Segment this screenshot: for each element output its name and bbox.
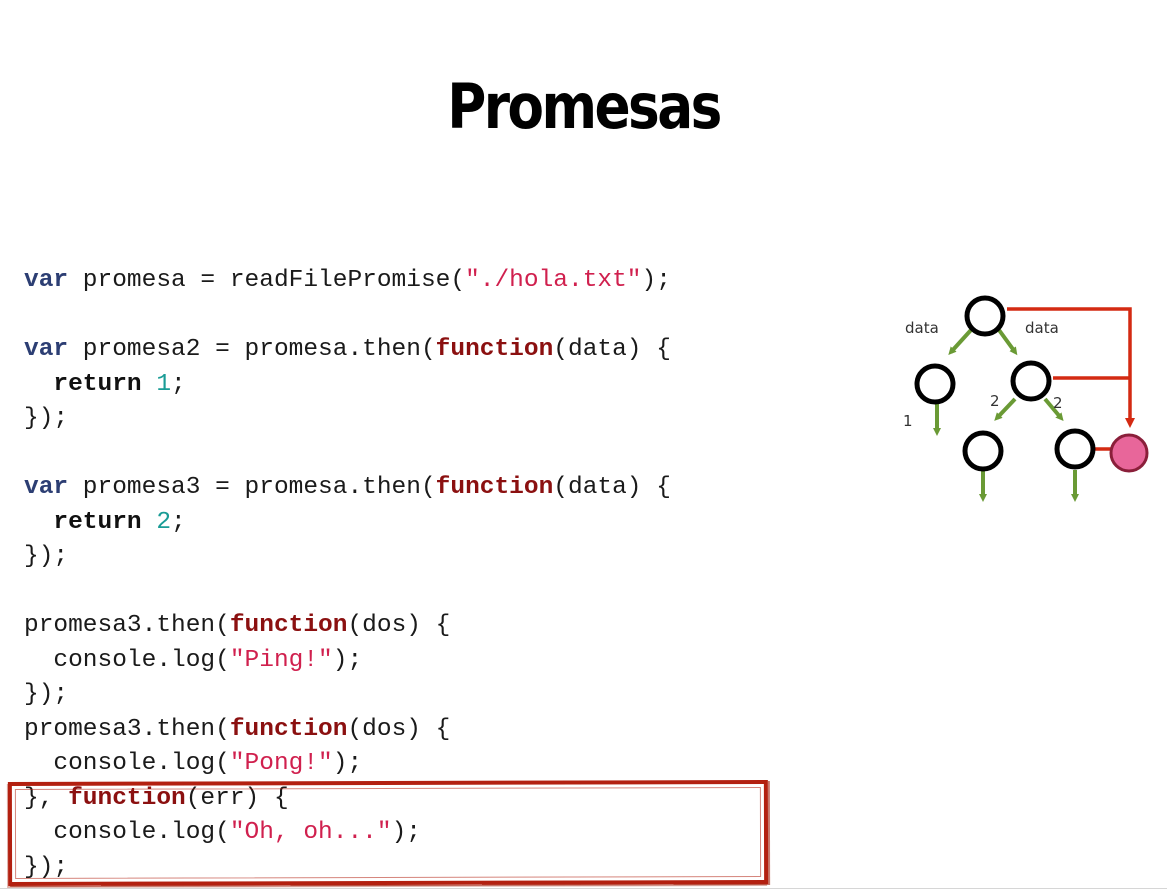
node-promesa2 bbox=[914, 363, 956, 405]
code-token: return bbox=[53, 508, 142, 536]
code-line: var promesa = readFilePromise("./hola.tx… bbox=[24, 264, 671, 299]
code-line: return 2; bbox=[24, 506, 671, 541]
code-line: }); bbox=[24, 540, 671, 575]
fulfillment-arrows bbox=[933, 328, 1079, 502]
code-token: (dos) { bbox=[347, 612, 451, 639]
code-token: console.log( bbox=[24, 646, 230, 674]
code-token: function bbox=[435, 336, 554, 363]
code-token: (data) { bbox=[553, 336, 671, 363]
code-token: ); bbox=[332, 646, 363, 674]
code-token: function bbox=[435, 474, 554, 501]
code-token: promesa = readFilePromise( bbox=[68, 267, 466, 294]
code-token: return bbox=[53, 370, 142, 398]
code-token: console.log( bbox=[24, 750, 230, 777]
code-token: var bbox=[24, 474, 69, 501]
code-token: ); bbox=[332, 750, 363, 777]
code-line: }); bbox=[24, 678, 671, 713]
node-pong bbox=[1054, 428, 1096, 470]
code-token: function bbox=[229, 715, 348, 743]
code-token: (data) { bbox=[553, 474, 671, 501]
label-data-right: data bbox=[1025, 319, 1059, 337]
promise-nodes bbox=[914, 295, 1096, 472]
promise-chain-diagram: data data 1 2 2 bbox=[903, 295, 1149, 502]
code-line: promesa3.then(function(dos) { bbox=[24, 609, 671, 644]
slide-title: Promesas bbox=[447, 70, 722, 143]
code-token: (dos) { bbox=[347, 715, 451, 743]
node-promesa bbox=[964, 295, 1006, 337]
code-token: }); bbox=[24, 543, 69, 570]
code-token: ); bbox=[641, 267, 671, 294]
code-token: promesa3 = promesa.then( bbox=[68, 474, 436, 501]
code-line: var promesa2 = promesa.then(function(dat… bbox=[24, 333, 671, 368]
code-token: var bbox=[24, 336, 69, 363]
label-two-left: 2 bbox=[990, 392, 1000, 410]
slide-bottom-border bbox=[0, 888, 1167, 889]
code-token: 2 bbox=[156, 508, 172, 536]
code-token: promesa3.then( bbox=[24, 715, 230, 743]
code-token: promesa2 = promesa.then( bbox=[68, 336, 436, 363]
node-rejected bbox=[1109, 433, 1149, 473]
code-token: function bbox=[229, 612, 348, 639]
code-token: promesa3.then( bbox=[24, 612, 230, 639]
code-line: }); bbox=[24, 402, 671, 437]
node-ping bbox=[962, 430, 1004, 472]
code-token: "./hola.txt" bbox=[465, 267, 642, 294]
code-token: ; bbox=[171, 508, 186, 536]
error-handler-highlight bbox=[7, 780, 769, 886]
code-token: "Pong!" bbox=[229, 750, 333, 777]
label-two-right: 2 bbox=[1053, 394, 1063, 412]
label-data-left: data bbox=[905, 319, 939, 337]
arrow-root-right bbox=[997, 328, 1018, 356]
node-promesa3 bbox=[1010, 360, 1052, 402]
code-line: promesa3.then(function(dos) { bbox=[24, 713, 671, 748]
code-line: var promesa3 = promesa.then(function(dat… bbox=[24, 471, 671, 506]
code-line: return 1; bbox=[24, 368, 671, 403]
code-line: console.log("Ping!"); bbox=[24, 644, 671, 679]
code-token: 1 bbox=[156, 370, 172, 398]
code-token: ; bbox=[171, 370, 186, 398]
code-token: }); bbox=[24, 405, 69, 432]
code-token: var bbox=[24, 267, 69, 294]
code-line: console.log("Pong!"); bbox=[24, 747, 671, 782]
label-one: 1 bbox=[903, 412, 913, 430]
code-token: "Ping!" bbox=[229, 646, 333, 674]
arrow-right-left bbox=[994, 397, 1017, 421]
code-token: }); bbox=[24, 681, 69, 708]
arrow-root-left bbox=[948, 328, 973, 355]
